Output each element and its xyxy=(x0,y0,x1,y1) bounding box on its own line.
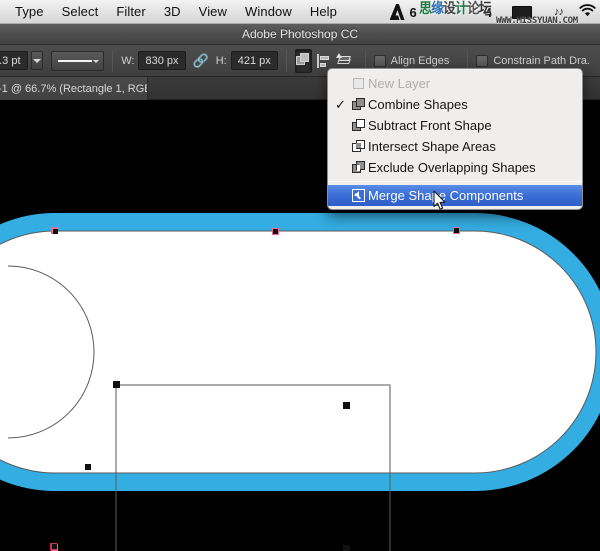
menu-separator xyxy=(328,181,582,182)
path-operations-button[interactable] xyxy=(295,49,312,73)
intersect-shape-areas-icon xyxy=(348,140,368,153)
menubar-status-area: 6 4 ♪♪ xyxy=(390,0,600,24)
menu-item-combine-shapes[interactable]: ✓ Combine Shapes xyxy=(328,94,582,115)
menu-item-intersect-shape-areas[interactable]: Intersect Shape Areas xyxy=(328,136,582,157)
link-chain-icon[interactable]: 🔗 xyxy=(193,53,209,69)
adobe-a-icon[interactable] xyxy=(390,4,405,20)
align-edges-label: Align Edges xyxy=(391,55,450,67)
chevron-down-icon xyxy=(93,60,99,63)
app-title-label: Adobe Photoshop CC xyxy=(242,27,358,41)
anchor-point xyxy=(453,227,460,234)
constrain-path-label: Constrain Path Dra. xyxy=(493,55,590,67)
align-edges-checkbox[interactable]: Align Edges xyxy=(374,55,450,67)
anchor-point xyxy=(343,545,350,551)
subtract-front-shape-icon xyxy=(348,119,368,132)
anchor-point xyxy=(85,464,91,470)
height-label: H: xyxy=(216,55,227,67)
anchor-point xyxy=(343,402,350,409)
os-menubar: Type Select Filter 3D View Window Help 6… xyxy=(0,0,600,24)
menu-item-label: Combine Shapes xyxy=(368,97,468,112)
width-input[interactable]: 830 px xyxy=(138,51,185,70)
menubar-item-window[interactable]: Window xyxy=(236,0,301,23)
menubar-item-view[interactable]: View xyxy=(190,0,236,23)
app-titlebar: Adobe Photoshop CC xyxy=(0,24,600,45)
menu-item-label: Subtract Front Shape xyxy=(368,118,492,133)
anchor-point xyxy=(50,543,57,550)
menu-item-new-layer[interactable]: New Layer xyxy=(328,73,582,94)
constrain-path-dragging-checkbox[interactable]: Constrain Path Dra. xyxy=(476,55,590,67)
menu-item-label: New Layer xyxy=(368,76,430,91)
exclude-overlapping-shapes-icon xyxy=(348,161,368,174)
menubar-item-help[interactable]: Help xyxy=(301,0,346,23)
new-layer-icon xyxy=(348,77,368,90)
menu-item-subtract-front-shape[interactable]: Subtract Front Shape xyxy=(328,115,582,136)
checkbox-box xyxy=(476,55,488,67)
checkbox-box xyxy=(374,55,386,67)
menu-item-label: Exclude Overlapping Shapes xyxy=(368,160,536,175)
arrow-cursor xyxy=(433,190,447,216)
merge-shape-components-icon xyxy=(348,189,368,202)
menubar-item-select[interactable]: Select xyxy=(53,0,108,23)
display-icon[interactable] xyxy=(512,6,532,19)
stroke-width-field[interactable]: 6.3 pt xyxy=(0,51,28,70)
stroke-width-stepper[interactable] xyxy=(31,51,44,70)
sound-icon[interactable]: ♪♪ xyxy=(554,6,563,18)
path-arrangement-icon xyxy=(336,53,352,68)
photoshop-window: Type Select Filter 3D View Window Help 6… xyxy=(0,0,600,551)
adobe-count-label: 6 xyxy=(410,5,417,20)
stroke-style-line xyxy=(58,60,92,62)
anchor-point xyxy=(51,227,58,234)
menubar-item-filter[interactable]: Filter xyxy=(107,0,155,23)
menubar-item-type[interactable]: Type xyxy=(6,0,53,23)
stroke-style-preview[interactable] xyxy=(51,51,104,71)
path-alignment-icon xyxy=(317,54,331,68)
anchor-point xyxy=(272,228,279,235)
menu-item-merge-shape-components[interactable]: Merge Shape Components xyxy=(328,185,582,206)
menubar-item-3d[interactable]: 3D xyxy=(155,0,190,23)
combine-shapes-icon xyxy=(348,98,368,111)
menu-item-exclude-overlapping-shapes[interactable]: Exclude Overlapping Shapes xyxy=(328,157,582,178)
checkmark-icon: ✓ xyxy=(335,97,348,113)
menu-item-label: Intersect Shape Areas xyxy=(368,139,496,154)
divider xyxy=(286,50,287,72)
path-operations-dropdown[interactable]: New Layer ✓ Combine Shapes Subtract Fron… xyxy=(327,68,583,210)
path-operations-icon xyxy=(296,53,311,68)
divider xyxy=(112,50,113,72)
height-input[interactable]: 421 px xyxy=(231,51,278,70)
document-tab[interactable]: -1 @ 66.7% (Rectangle 1, RGB/8) * xyxy=(0,77,148,100)
anchor-point xyxy=(113,381,120,388)
input-source-count-label: 4 xyxy=(485,5,492,20)
width-label: W: xyxy=(121,55,134,67)
wifi-icon[interactable] xyxy=(579,4,596,20)
